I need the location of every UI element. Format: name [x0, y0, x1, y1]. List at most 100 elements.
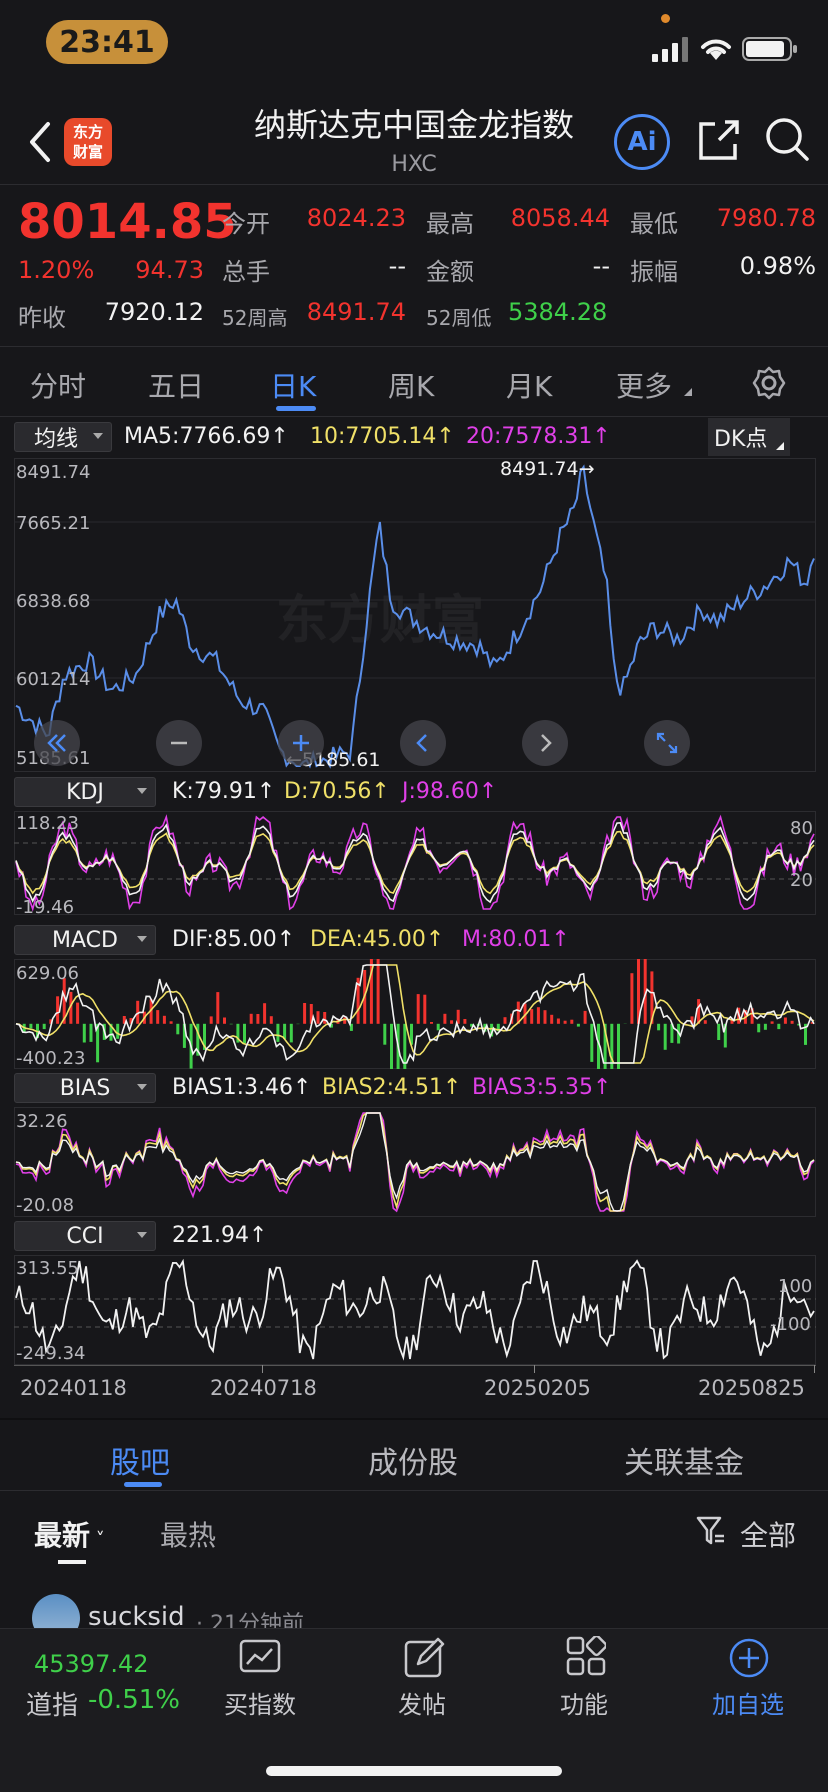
bias-bottom-label: -20.08 — [16, 1195, 75, 1216]
add-watchlist-label[interactable]: 加自选 — [696, 1685, 800, 1720]
buy-index-icon[interactable] — [238, 1638, 282, 1678]
y-label-3: 6838.68 — [16, 591, 91, 612]
low-label: 最低 — [630, 210, 678, 238]
y-label-2: 7665.21 — [16, 513, 91, 534]
macd-bar — [42, 1023, 46, 1030]
sort-latest-button[interactable]: 最新 ˅ — [34, 1514, 105, 1554]
macd-bar — [82, 1023, 86, 1043]
dji-value[interactable]: 45397.42 — [34, 1650, 149, 1678]
bias2-value: BIAS2:4.51↑ — [322, 1075, 462, 1100]
macd-bar — [703, 1020, 707, 1024]
tab-five-day[interactable]: 五日 — [148, 365, 204, 405]
macd-bar — [263, 1003, 267, 1024]
macd-bar — [343, 1017, 347, 1024]
dk-point-button[interactable]: DK点 — [708, 418, 790, 456]
macd-bar — [657, 1023, 661, 1031]
tab-constituents[interactable]: 成份股 — [368, 1438, 458, 1482]
w52-low-label: 52周低 — [426, 306, 492, 330]
ma-selector[interactable]: 均线 — [14, 422, 112, 452]
kdj-j-value: J:98.60↑ — [402, 779, 498, 804]
ma20-value: 20:7578.31↑ — [466, 424, 611, 449]
tab-weekly-k[interactable]: 周K — [388, 365, 434, 405]
zoom-out-button[interactable] — [156, 720, 202, 766]
tab-related-funds[interactable]: 关联基金 — [624, 1438, 744, 1482]
macd-bar — [550, 1014, 554, 1024]
ma5-value: MA5:7766.69↑ — [124, 424, 289, 449]
kdj-k-value: K:79.91↑ — [172, 779, 276, 804]
tab-more[interactable]: 更多 — [616, 365, 672, 405]
change-amount: 94.73 — [135, 256, 204, 284]
macd-bar — [229, 1023, 233, 1025]
tab-intraday[interactable]: 分时 — [30, 365, 86, 405]
macd-bar — [303, 1003, 307, 1024]
max-price-marker: 8491.74→ — [500, 458, 595, 480]
scroll-left-fast-button[interactable] — [34, 720, 80, 766]
scroll-left-button[interactable] — [400, 720, 446, 766]
search-icon[interactable] — [764, 116, 810, 162]
tab-daily-k[interactable]: 日K — [270, 365, 316, 405]
ai-assistant-button[interactable]: Ai — [614, 114, 670, 170]
scroll-right-button[interactable] — [522, 720, 568, 766]
macd-bar — [536, 1007, 540, 1024]
w52-high-value: 8491.74 — [306, 298, 406, 326]
macd-bar — [390, 1023, 393, 1069]
compose-post-icon[interactable] — [402, 1636, 446, 1680]
buy-index-label[interactable]: 买指数 — [210, 1685, 310, 1720]
zoom-in-button[interactable] — [278, 720, 324, 766]
functions-grid-icon[interactable] — [566, 1636, 606, 1676]
ma-selector-label: 均线 — [33, 427, 78, 452]
amount-value: -- — [592, 252, 610, 280]
macd-bar — [576, 1023, 580, 1027]
x-date-1: 20240118 — [20, 1376, 127, 1400]
macd-bar — [770, 1021, 774, 1024]
macd-bar — [383, 1023, 387, 1045]
macd-bar — [430, 1022, 433, 1024]
functions-label[interactable]: 功能 — [534, 1685, 634, 1720]
home-indicator — [266, 1766, 562, 1776]
macd-bar — [169, 1021, 173, 1024]
add-watchlist-icon[interactable] — [728, 1637, 770, 1679]
bias-selector[interactable]: BIAS — [14, 1073, 156, 1103]
dji-name[interactable]: 道指 — [26, 1685, 78, 1722]
chevron-left-icon — [416, 734, 427, 752]
bias-top-label: 32.26 — [16, 1111, 68, 1132]
tab-monthly-k[interactable]: 月K — [506, 365, 552, 405]
macd-bar — [156, 1010, 160, 1024]
wifi-icon — [701, 39, 731, 60]
macd-bar — [376, 959, 380, 1024]
low-value: 7980.78 — [716, 204, 816, 232]
cci-selector[interactable]: CCI — [14, 1221, 156, 1251]
macd-selector[interactable]: MACD — [14, 925, 156, 955]
macd-bar — [243, 1023, 246, 1044]
kdj-20-label: 20 — [790, 870, 813, 891]
macd-bar — [216, 992, 220, 1024]
sort-hot-button[interactable]: 最热 — [160, 1514, 216, 1554]
macd-bar — [436, 1023, 440, 1031]
cci-bottom-label: -249.34 — [16, 1343, 86, 1364]
dji-change[interactable]: -0.51% — [88, 1685, 180, 1715]
macd-bar — [717, 1023, 721, 1040]
dk-point-label: DK点 — [714, 427, 768, 452]
macd-bar — [450, 1020, 454, 1024]
macd-bar — [316, 1011, 320, 1024]
tab-forum[interactable]: 股吧 — [110, 1438, 170, 1482]
status-time: 23:41 — [46, 20, 168, 64]
filter-icon[interactable] — [696, 1515, 726, 1547]
macd-bar — [543, 1010, 547, 1024]
macd-bar — [249, 1013, 253, 1024]
plus-icon — [293, 735, 309, 751]
fullscreen-button[interactable] — [644, 720, 690, 766]
compose-post-label[interactable]: 发帖 — [372, 1685, 472, 1720]
privacy-indicator-dot — [661, 14, 670, 23]
macd-bar — [590, 1023, 594, 1062]
active-tab-underline — [276, 406, 316, 411]
share-icon[interactable] — [697, 118, 741, 162]
w52-high-label: 52周高 — [222, 306, 288, 330]
kdj-selector[interactable]: KDJ — [14, 777, 156, 807]
filter-all-label[interactable]: 全部 — [740, 1514, 796, 1554]
macd-bar — [423, 994, 427, 1024]
cci-selector-label: CCI — [66, 1223, 104, 1249]
settings-gear-icon[interactable] — [752, 366, 786, 400]
macd-top-label: 629.06 — [16, 963, 79, 984]
bias3-value: BIAS3:5.35↑ — [472, 1075, 612, 1100]
